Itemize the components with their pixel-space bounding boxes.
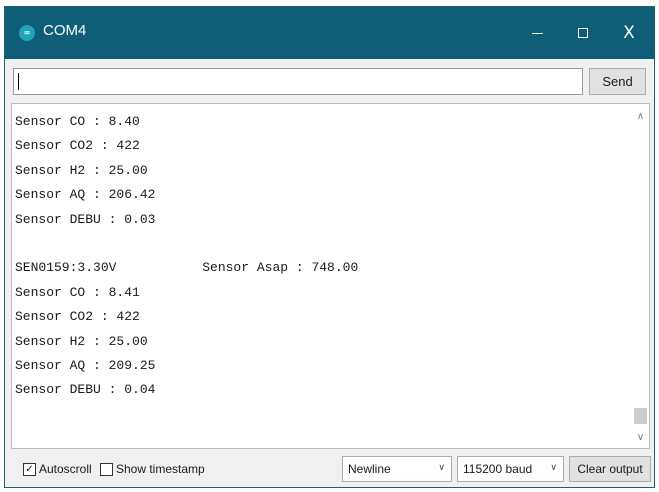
checkbox-checked-icon: ✓: [23, 462, 36, 476]
output-line: [15, 232, 358, 256]
output-line: Sensor DEBU : 0.04: [15, 382, 156, 398]
chevron-down-icon: ∨: [550, 463, 557, 473]
output-line: SEN0159:3.30V Sensor Asap : 748.00: [15, 260, 359, 276]
show-timestamp-label: Show timestamp: [116, 462, 205, 476]
maximize-button[interactable]: [560, 7, 606, 59]
output-line: Sensor CO : 8.41: [15, 284, 140, 300]
minimize-button[interactable]: [514, 7, 560, 59]
line-ending-value: Newline: [348, 462, 391, 476]
output-line: Sensor CO2 : 422: [15, 309, 140, 325]
send-row: Send: [5, 59, 654, 103]
send-button[interactable]: Send: [589, 68, 646, 95]
send-input[interactable]: [13, 68, 583, 95]
output-line: Sensor CO : 8.40: [15, 114, 140, 129]
minimize-icon: [531, 32, 543, 34]
output-line: Sensor H2 : 25.00: [15, 162, 148, 178]
vertical-scrollbar[interactable]: ∧ ∨: [632, 104, 649, 448]
bottom-bar: ✓ Autoscroll Show timestamp Newline ∨ 11…: [5, 449, 654, 487]
text-caret: [18, 73, 19, 90]
maximize-icon: [578, 28, 588, 38]
output-line: Sensor DEBU : 0.03: [15, 211, 156, 227]
output-line: Sensor CO2 : 422: [15, 138, 140, 154]
output-line: Sensor AQ : 209.25: [15, 357, 156, 373]
line-ending-select[interactable]: Newline ∨: [342, 456, 452, 482]
scroll-down-icon[interactable]: ∨: [632, 429, 649, 446]
show-timestamp-checkbox[interactable]: Show timestamp: [100, 462, 205, 476]
clear-output-button[interactable]: Clear output: [569, 456, 651, 482]
serial-monitor-window: ∞ COM4 X Send Sensor CO : 8.40 Sensor CO2…: [4, 6, 655, 488]
autoscroll-label: Autoscroll: [39, 462, 92, 476]
scroll-thumb[interactable]: [634, 408, 647, 424]
baud-rate-value: 115200 baud: [463, 462, 533, 476]
close-button[interactable]: X: [606, 7, 652, 59]
chevron-down-icon: ∨: [438, 463, 445, 473]
window-title: COM4: [43, 22, 87, 39]
autoscroll-checkbox[interactable]: ✓ Autoscroll: [23, 462, 92, 476]
close-icon: X: [623, 22, 635, 43]
output-lines: Sensor CO : 8.40 Sensor CO2 : 422 Sensor H…: [15, 110, 358, 403]
output-line: Sensor H2 : 25.00: [15, 333, 148, 349]
arduino-icon: ∞: [19, 25, 35, 41]
output-line: Sensor AQ : 206.42: [15, 187, 156, 203]
scroll-up-icon[interactable]: ∧: [632, 108, 649, 125]
baud-rate-select[interactable]: 115200 baud ∨: [457, 456, 564, 482]
serial-output[interactable]: Sensor CO : 8.40 Sensor CO2 : 422 Sensor H…: [11, 103, 650, 449]
checkbox-unchecked-icon: [100, 462, 113, 476]
title-bar[interactable]: ∞ COM4 X: [5, 7, 654, 59]
